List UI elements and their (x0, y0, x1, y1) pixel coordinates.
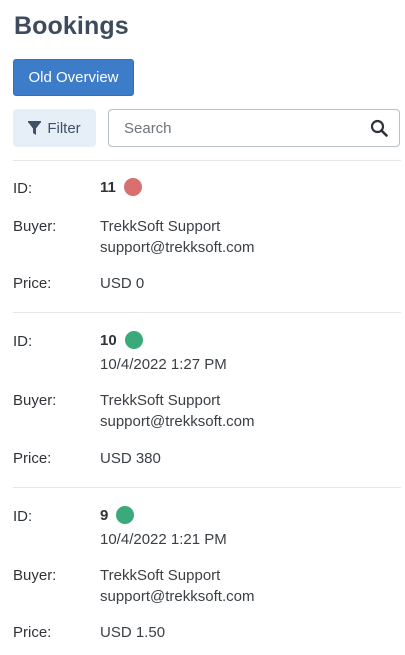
buyer-label: Buyer: (13, 392, 57, 409)
page-title: Bookings (14, 12, 129, 40)
booking-id-row: 9 (100, 506, 135, 524)
buyer-label: Buyer: (13, 218, 57, 235)
old-overview-button[interactable]: Old Overview (13, 59, 134, 96)
filter-label: Filter (47, 119, 81, 137)
buyer-email: support@trekksoft.com (100, 413, 255, 430)
buyer-name: TrekkSoft Support (100, 567, 221, 584)
booking-id-row: 10 (100, 331, 143, 349)
buyer-info: TrekkSoft Support support@trekksoft.com (100, 218, 254, 256)
booking-id-row: 11 (100, 178, 142, 196)
filter-button[interactable]: Filter (13, 109, 96, 147)
search-field[interactable] (108, 109, 400, 147)
booking-id: 11 (100, 178, 116, 196)
status-dot (124, 331, 143, 349)
booking-date: 10/4/2022 1:21 PM (100, 531, 227, 548)
price-value: USD 380 (100, 450, 161, 467)
id-label: ID: (13, 180, 33, 197)
price-label: Price: (13, 450, 52, 467)
buyer-name: TrekkSoft Support (100, 392, 221, 409)
booking-date: 10/4/2022 1:27 PM (100, 356, 227, 373)
status-dot (123, 178, 142, 196)
divider (13, 487, 401, 488)
price-label: Price: (13, 275, 52, 292)
id-label: ID: (13, 333, 33, 350)
price-label: Price: (13, 624, 52, 641)
price-value: USD 1.50 (100, 624, 166, 641)
booking-id: 10 (100, 331, 117, 349)
buyer-email: support@trekksoft.com (100, 588, 255, 605)
id-label: ID: (13, 508, 33, 525)
search-input[interactable] (122, 112, 369, 144)
booking-id: 9 (100, 506, 109, 524)
divider (13, 312, 401, 313)
status-dot (116, 506, 135, 524)
buyer-email: support@trekksoft.com (100, 239, 255, 256)
divider (13, 160, 401, 161)
search-icon[interactable] (369, 118, 389, 138)
buyer-info: TrekkSoft Support support@trekksoft.com (100, 392, 254, 430)
price-value: USD 0 (100, 275, 145, 292)
buyer-name: TrekkSoft Support (100, 218, 221, 235)
filter-icon (28, 120, 42, 136)
buyer-label: Buyer: (13, 567, 57, 584)
buyer-info: TrekkSoft Support support@trekksoft.com (100, 567, 254, 605)
